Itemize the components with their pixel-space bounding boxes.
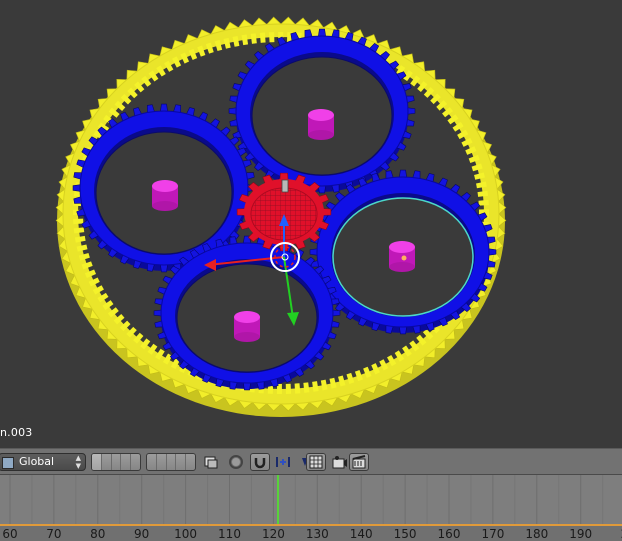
shading-icon [229, 455, 243, 469]
select-arrows-icon: ▲ ▼ [75, 454, 81, 470]
frame-tick-label: 160 [437, 527, 461, 541]
layer-cell[interactable] [147, 454, 157, 470]
frame-tick-label: 180 [525, 527, 549, 541]
snap-element-button[interactable] [273, 453, 293, 471]
frame-tick-label: 170 [481, 527, 505, 541]
frame-tick-label: 120 [261, 527, 285, 541]
frame-tick-label: 60 [2, 527, 18, 541]
frame-tick-label: 190 [569, 527, 593, 541]
view-icon [2, 457, 14, 469]
layer-cell[interactable] [112, 454, 122, 470]
pin-cylinder[interactable] [234, 311, 260, 342]
active-object-name: n.003 [0, 426, 33, 439]
pin-cylinder[interactable] [308, 109, 334, 140]
opengl-render-button[interactable] [330, 453, 350, 471]
frame-tick-label: 80 [90, 527, 106, 541]
render-layer-button[interactable] [201, 453, 221, 471]
camera-icon [332, 456, 347, 469]
frame-tick-label: 110 [218, 527, 241, 541]
layer-grid-2[interactable] [146, 453, 196, 471]
current-frame-indicator[interactable] [277, 475, 279, 524]
frame-tick-label: 130 [305, 527, 329, 541]
timeline-grid [9, 475, 604, 524]
orientation-label: Global [19, 455, 55, 468]
layer-grid-1[interactable] [91, 453, 141, 471]
layer-cell[interactable] [186, 454, 195, 470]
snap-element-icon [276, 457, 290, 467]
layer-cell[interactable] [102, 454, 112, 470]
grid-snap-icon [309, 455, 323, 469]
frame-tick-label: 100 [174, 527, 198, 541]
layer-cell[interactable] [92, 454, 102, 470]
gear-scene [55, 16, 507, 417]
snap-magnet-icon [254, 458, 266, 469]
clapper-icon [352, 455, 366, 469]
orientation-select[interactable]: Global ▲ ▼ [0, 453, 86, 471]
layer-cell[interactable] [157, 454, 167, 470]
viewport-header: Global ▲ ▼ [0, 448, 622, 475]
frame-tick-label: 90 [134, 527, 150, 541]
layer-cell[interactable] [121, 454, 132, 470]
layer-cell[interactable] [131, 454, 140, 470]
render-icon [204, 456, 218, 469]
opengl-animation-button[interactable] [349, 453, 369, 471]
shading-button[interactable] [226, 453, 246, 471]
frame-tick-label: 70 [46, 527, 62, 541]
frame-ruler[interactable]: 607080901001101201301401501601701801902 [0, 524, 622, 541]
lamp-icon [281, 179, 289, 193]
frame-tick-label: 140 [349, 527, 373, 541]
layer-cell[interactable] [176, 454, 187, 470]
frame-tick-label: 150 [393, 527, 417, 541]
proportional-edit-button[interactable] [306, 453, 326, 471]
layer-cell[interactable] [167, 454, 177, 470]
snap-toggle-button[interactable] [250, 453, 270, 471]
3d-viewport[interactable]: n.003 [0, 0, 622, 448]
pin-cylinder[interactable] [152, 180, 178, 211]
